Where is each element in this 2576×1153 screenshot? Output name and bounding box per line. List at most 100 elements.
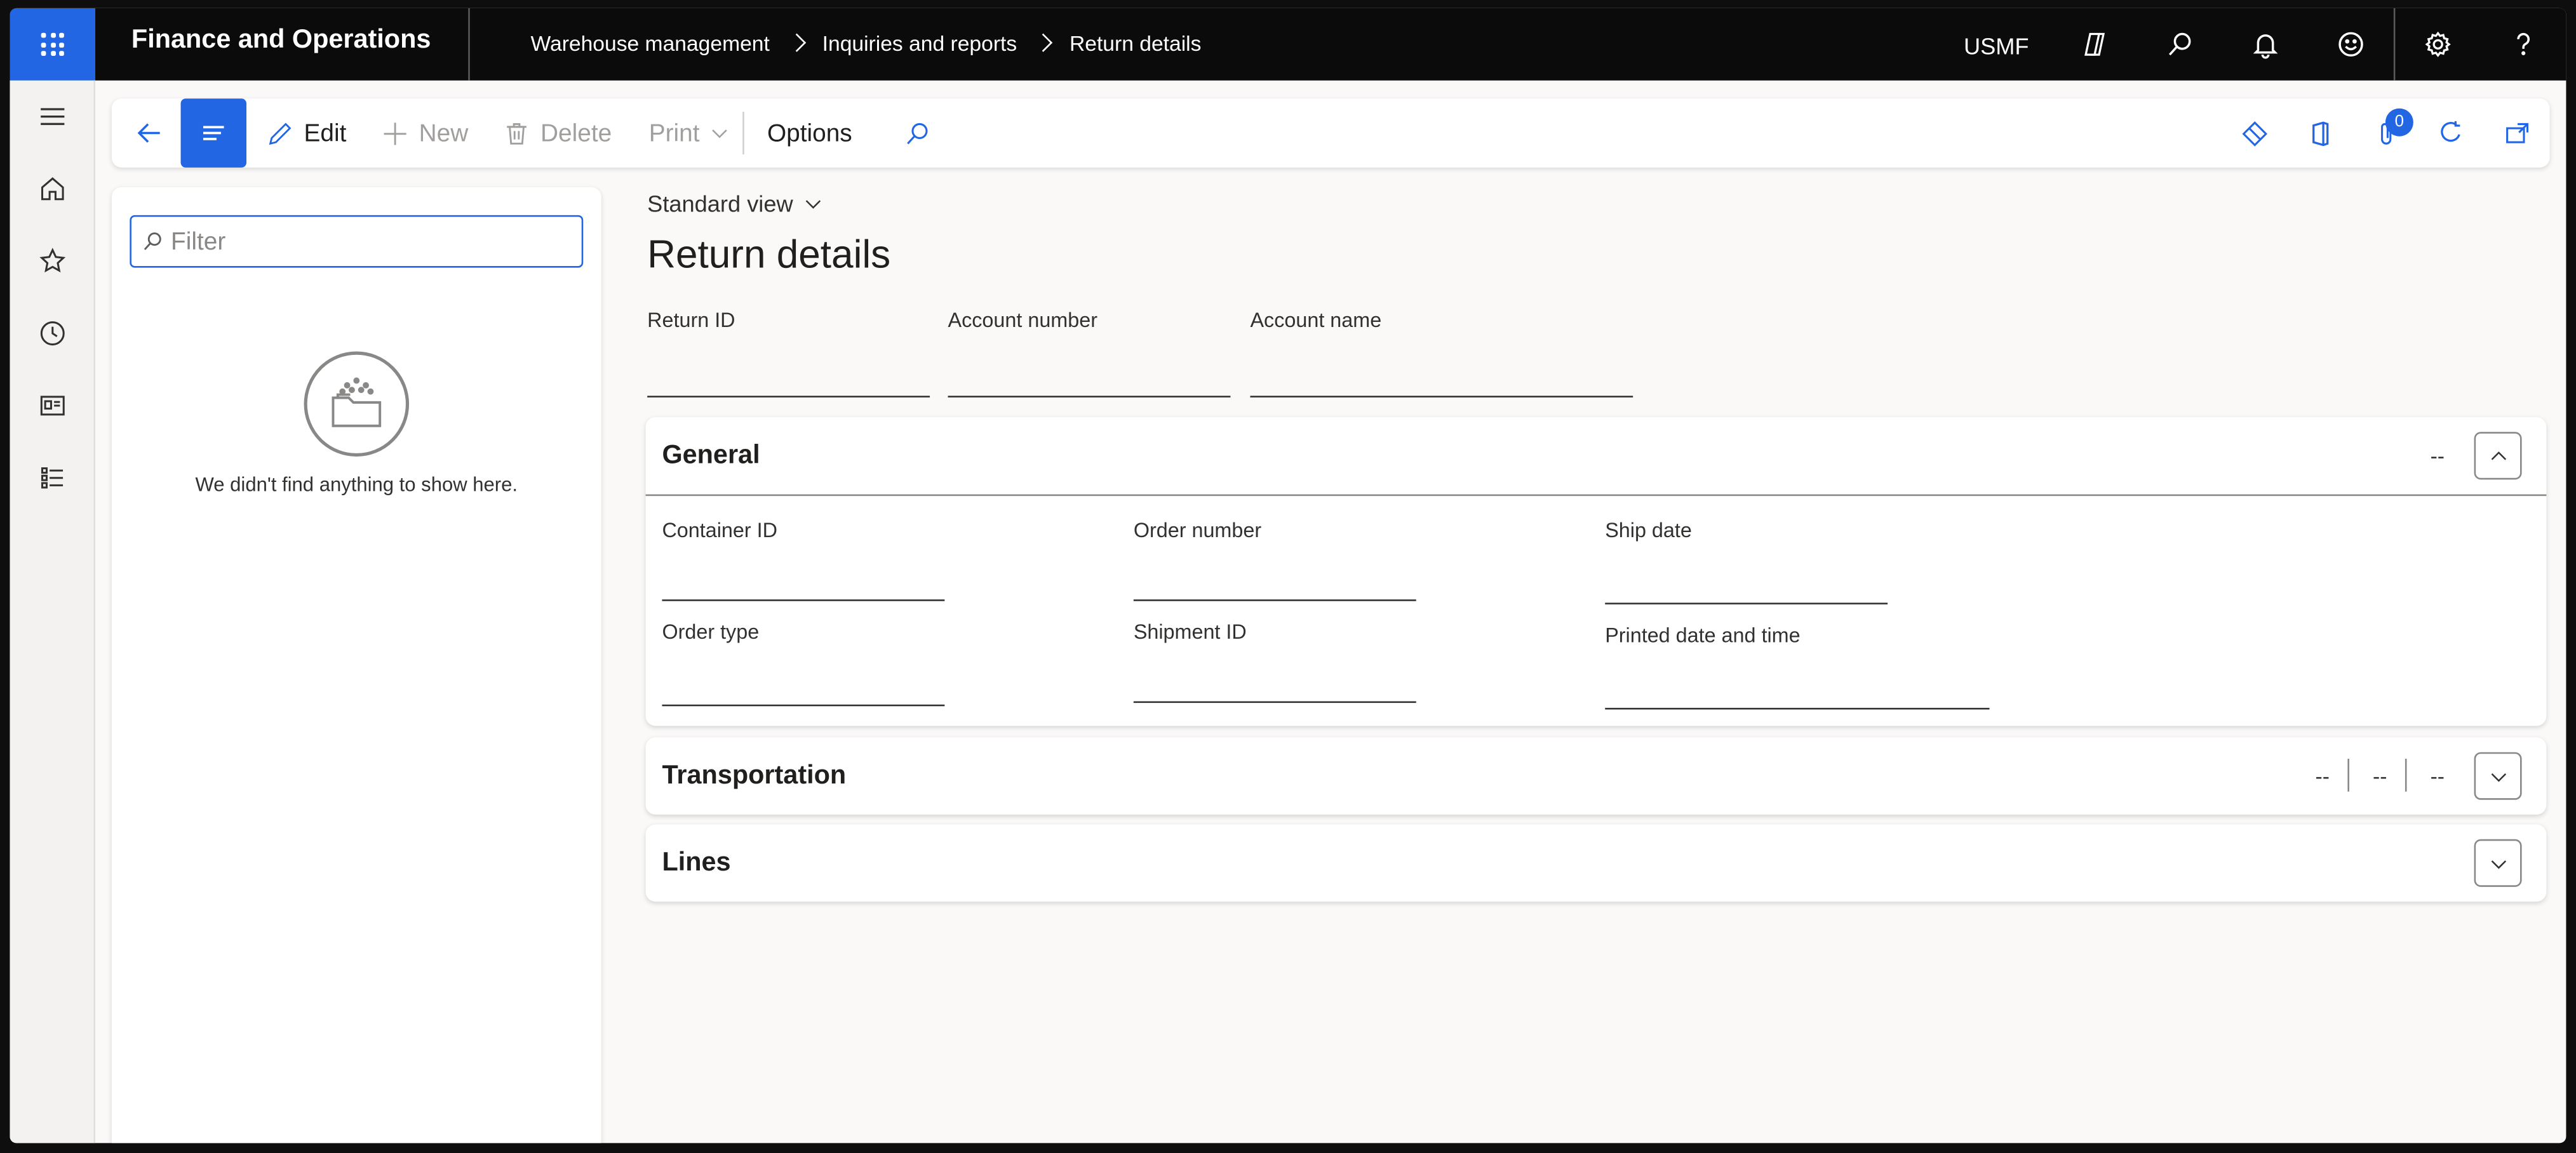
app-window: Finance and Operations Warehouse managem… <box>10 8 2566 1143</box>
action-search-button[interactable] <box>904 98 932 168</box>
order-type-field: Order type <box>662 621 945 707</box>
return-id-field: Return ID <box>647 309 930 397</box>
nav-modules[interactable] <box>10 442 96 514</box>
filter-pane: We didn't find anything to show here. <box>111 187 601 1143</box>
general-title: General <box>662 441 760 470</box>
clock-icon <box>40 321 65 346</box>
page-title: Return details <box>647 233 891 278</box>
nav-workspaces[interactable] <box>10 370 96 442</box>
breadcrumb-inquiries-and-reports[interactable]: Inquiries and reports <box>822 11 1017 77</box>
container-id-field: Container ID <box>662 519 945 601</box>
workspace-icon <box>40 396 65 416</box>
pencil-icon <box>269 122 292 144</box>
general-summary: -- <box>2430 443 2445 469</box>
help-button[interactable] <box>2481 8 2566 81</box>
feedback-button[interactable] <box>2308 8 2394 81</box>
container-id-value[interactable] <box>662 568 945 601</box>
container-id-label: Container ID <box>662 519 777 542</box>
transportation-expand-button[interactable] <box>2474 752 2522 800</box>
trash-icon <box>507 122 527 144</box>
search-button[interactable] <box>2137 8 2223 81</box>
view-selector[interactable]: Standard view <box>647 190 822 217</box>
popout-icon <box>2505 122 2528 143</box>
transportation-summary-2: -- <box>2373 763 2387 789</box>
action-pane: Edit New Delete Print Options 0 <box>111 98 2550 168</box>
printed-date-field: Printed date and time <box>1605 623 1990 710</box>
app-launcher-button[interactable] <box>10 8 96 81</box>
general-header[interactable]: General -- <box>646 417 2547 495</box>
general-body: Container ID Order number Ship date Orde… <box>645 494 2547 726</box>
nav-recent[interactable] <box>10 297 96 370</box>
options-label: Options <box>767 119 852 147</box>
new-button[interactable]: New <box>381 98 468 168</box>
chevron-right-icon <box>786 33 805 52</box>
refresh-button[interactable] <box>2418 98 2484 168</box>
expand-navigation-button[interactable] <box>10 81 96 153</box>
notifications-button[interactable] <box>2223 8 2309 81</box>
back-button[interactable] <box>125 98 175 168</box>
search-icon <box>144 232 161 250</box>
transportation-summary-3: -- <box>2430 763 2445 789</box>
lines-expand-button[interactable] <box>2474 839 2522 887</box>
help-icon <box>2517 32 2530 55</box>
breadcrumb: Warehouse management Inquiries and repor… <box>531 8 1202 81</box>
lines-header[interactable]: Lines <box>646 825 2547 902</box>
breadcrumb-warehouse-management[interactable]: Warehouse management <box>531 11 770 77</box>
breadcrumb-return-details[interactable]: Return details <box>1070 11 1202 77</box>
filter-box <box>130 215 584 268</box>
waffle-icon <box>41 32 64 56</box>
attachments-button[interactable]: 0 <box>2352 98 2418 168</box>
general-collapse-button[interactable] <box>2474 432 2522 480</box>
account-number-value[interactable] <box>948 364 1231 397</box>
ship-date-value[interactable] <box>1605 571 1888 604</box>
order-type-value[interactable] <box>662 674 945 707</box>
settings-button[interactable] <box>2395 8 2481 81</box>
shipment-id-value[interactable] <box>1133 670 1416 703</box>
filter-input[interactable] <box>171 227 565 256</box>
edit-button[interactable]: Edit <box>266 98 346 168</box>
transportation-header[interactable]: Transportation -- -- -- <box>646 737 2547 815</box>
arrow-left-icon <box>137 123 160 143</box>
plus-icon <box>384 121 406 145</box>
return-id-value[interactable] <box>647 364 930 397</box>
edit-label: Edit <box>304 119 347 147</box>
attachments-count-badge: 0 <box>2385 108 2413 137</box>
account-number-field: Account number <box>948 309 1231 397</box>
delete-label: Delete <box>540 119 612 147</box>
printed-date-value[interactable] <box>1605 677 1990 710</box>
divider <box>2405 759 2407 792</box>
delete-button[interactable]: Delete <box>503 98 612 168</box>
divider <box>742 111 744 155</box>
transportation-title: Transportation <box>662 762 847 790</box>
shipment-id-field: Shipment ID <box>1133 621 1416 703</box>
app-title[interactable]: Finance and Operations <box>131 8 431 81</box>
smiley-icon <box>2338 32 2363 57</box>
home-icon <box>41 177 64 201</box>
printed-date-label: Printed date and time <box>1605 623 1801 648</box>
ship-date-label: Ship date <box>1605 519 1692 542</box>
account-name-label: Account name <box>1250 309 1382 332</box>
account-name-value[interactable] <box>1250 364 1633 397</box>
ship-date-field: Ship date <box>1605 519 1888 604</box>
nav-favorites[interactable] <box>10 225 96 297</box>
chevron-right-icon <box>1033 33 1053 52</box>
nav-home[interactable] <box>10 153 96 225</box>
power-apps-button[interactable] <box>2221 98 2286 168</box>
order-number-label: Order number <box>1133 519 1262 542</box>
lines-title: Lines <box>662 849 731 877</box>
account-name-field: Account name <box>1250 309 1633 397</box>
office-button[interactable] <box>2287 98 2352 168</box>
company-picker[interactable]: USMF <box>1964 33 2029 59</box>
power-apps-icon <box>2241 120 2267 146</box>
action-pane-menu-button[interactable] <box>180 98 247 168</box>
chevron-up-icon <box>2490 450 2506 460</box>
empty-folder-icon <box>304 351 410 457</box>
lines-fasttab: Lines <box>645 824 2547 902</box>
print-button[interactable]: Print <box>649 98 729 168</box>
account-number-label: Account number <box>948 309 1097 332</box>
options-tab[interactable]: Options <box>767 98 852 168</box>
open-in-new-window-button[interactable] <box>2484 98 2549 168</box>
order-number-value[interactable] <box>1133 568 1416 601</box>
copilot-button[interactable] <box>2052 8 2138 81</box>
order-number-field: Order number <box>1133 519 1416 601</box>
